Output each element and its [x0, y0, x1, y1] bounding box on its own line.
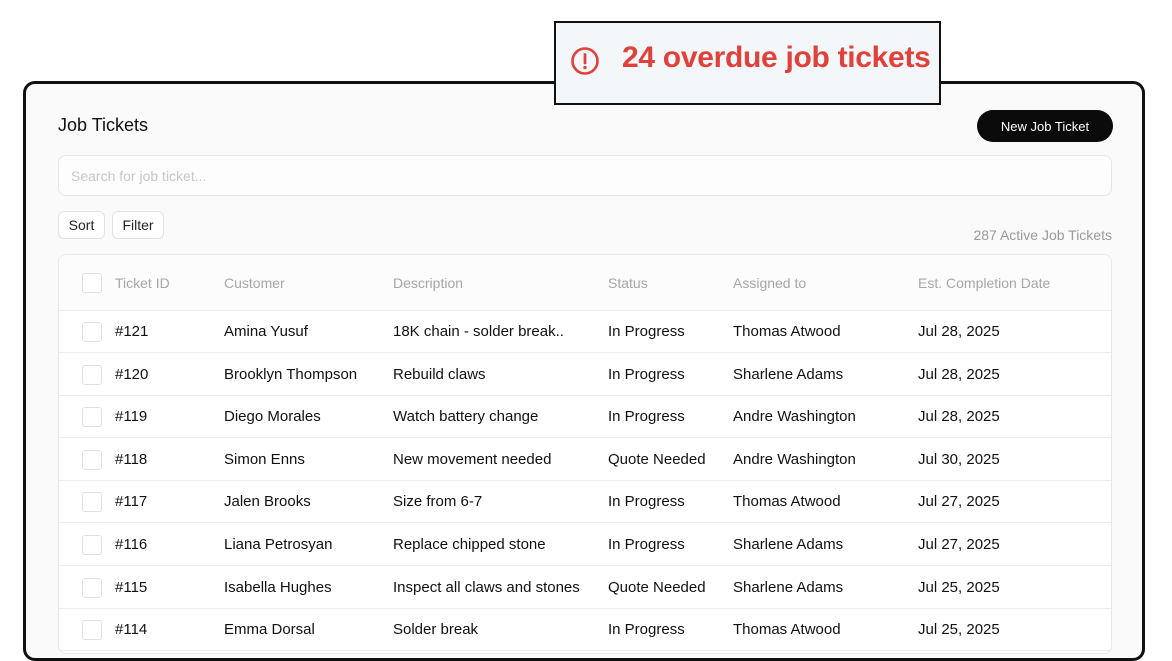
row-checkbox[interactable]: [82, 577, 102, 598]
assigned-to-cell: Thomas Atwood: [733, 493, 841, 511]
completion-date-cell: Jul 27, 2025: [918, 493, 1000, 511]
ticket-id-cell: #116: [115, 536, 148, 553]
column-header-customer[interactable]: Customer: [224, 255, 285, 310]
customer-cell: Emma Dorsal: [224, 621, 315, 639]
column-header-assigned-to[interactable]: Assigned to: [733, 255, 806, 310]
status-cell: In Progress: [608, 621, 685, 639]
assigned-to-cell: Sharlene Adams: [733, 536, 844, 553]
table-row[interactable]: #115 Isabella Hughes Inspect all claws and…: [59, 567, 1111, 609]
table-row[interactable]: #118 Simon Enns New movement needed Quote N…: [59, 439, 1111, 481]
ticket-id-cell: #121: [115, 323, 149, 340]
status-cell: In Progress: [608, 408, 685, 426]
table-row[interactable]: #116 Liana Petrosyan Replace chipped stone…: [59, 524, 1111, 566]
ticket-id-cell: #120: [115, 365, 149, 383]
new-job-ticket-button[interactable]: New Job Ticket: [977, 110, 1113, 142]
assigned-to-cell: Thomas Atwood: [733, 323, 841, 340]
table-header-row: Ticket ID Customer Description Status As…: [59, 255, 1111, 311]
row-checkbox[interactable]: [82, 364, 102, 385]
column-header-status[interactable]: Status: [608, 255, 648, 310]
description-cell: Solder break: [393, 621, 479, 639]
assigned-to-cell: Thomas Atwood: [733, 621, 841, 639]
completion-date-cell: Jul 28, 2025: [918, 365, 1000, 383]
description-cell: New movement needed: [393, 450, 552, 468]
row-checkbox[interactable]: [82, 492, 102, 513]
description-cell: Replace chipped stone: [393, 536, 546, 553]
status-cell: In Progress: [608, 365, 685, 383]
completion-date-cell: Jul 25, 2025: [918, 621, 1000, 639]
assigned-to-cell: Andre Washington: [733, 450, 856, 468]
ticket-id-cell: #114: [115, 621, 148, 639]
overdue-alert-text: 24 overdue job tickets: [622, 41, 931, 74]
customer-cell: Liana Petrosyan: [224, 536, 333, 553]
customer-cell: Isabella Hughes: [224, 578, 332, 596]
overdue-alert-banner: 24 overdue job tickets: [554, 21, 941, 105]
row-checkbox[interactable]: [82, 620, 102, 641]
description-cell: Watch battery change: [393, 408, 539, 426]
assigned-to-cell: Sharlene Adams: [733, 578, 844, 596]
description-cell: Size from 6-7: [393, 493, 483, 511]
customer-cell: Amina Yusuf: [224, 323, 308, 340]
sort-button[interactable]: Sort: [58, 211, 105, 239]
status-cell: Quote Needed: [608, 578, 706, 596]
ticket-id-cell: #118: [115, 450, 148, 468]
column-header-description[interactable]: Description: [393, 255, 463, 310]
completion-date-cell: Jul 28, 2025: [918, 408, 1000, 426]
column-header-est-completion-date[interactable]: Est. Completion Date: [918, 255, 1050, 310]
filter-button[interactable]: Filter: [112, 211, 164, 239]
customer-cell: Jalen Brooks: [224, 493, 311, 511]
status-cell: In Progress: [608, 323, 685, 340]
table-row[interactable]: #121 Amina Yusuf 18K chain - solder break.…: [59, 311, 1111, 353]
description-cell: Inspect all claws and stones: [393, 578, 580, 596]
status-cell: Quote Needed: [608, 450, 706, 468]
completion-date-cell: Jul 30, 2025: [918, 450, 1000, 468]
ticket-id-cell: #115: [115, 578, 148, 596]
customer-cell: Simon Enns: [224, 450, 305, 468]
completion-date-cell: Jul 28, 2025: [918, 323, 1000, 340]
job-tickets-table: Ticket ID Customer Description Status As…: [58, 254, 1112, 654]
completion-date-cell: Jul 27, 2025: [918, 536, 1000, 553]
assigned-to-cell: Andre Washington: [733, 408, 856, 426]
row-checkbox[interactable]: [82, 322, 102, 342]
table-row[interactable]: #117 Jalen Brooks Size from 6-7 In Progress…: [59, 481, 1111, 524]
ticket-id-cell: #119: [115, 408, 148, 426]
search-input[interactable]: [58, 155, 1112, 196]
customer-cell: Brooklyn Thompson: [224, 365, 358, 383]
page-title: Job Tickets: [58, 115, 149, 135]
select-all-checkbox[interactable]: [82, 273, 102, 293]
row-checkbox[interactable]: [82, 449, 102, 470]
row-checkbox[interactable]: [82, 407, 102, 428]
row-checkbox[interactable]: [82, 535, 102, 555]
active-ticket-count: 287 Active Job Tickets: [973, 227, 1112, 243]
status-cell: In Progress: [608, 493, 685, 511]
completion-date-cell: Jul 25, 2025: [918, 578, 1000, 596]
ticket-id-cell: #117: [115, 493, 148, 511]
column-header-ticket-id[interactable]: Ticket ID: [115, 255, 170, 310]
description-cell: Rebuild claws: [393, 365, 486, 383]
description-cell: 18K chain - solder break..: [393, 323, 564, 340]
table-row[interactable]: #114 Emma Dorsal Solder break In Progress Th…: [59, 609, 1111, 652]
status-cell: In Progress: [608, 536, 685, 553]
table-row[interactable]: #120 Brooklyn Thompson Rebuild claws In Pro…: [59, 354, 1111, 396]
customer-cell: Diego Morales: [224, 408, 321, 426]
alert-circle-icon: [571, 47, 599, 75]
table-row[interactable]: #119 Diego Morales Watch battery change In …: [59, 396, 1111, 439]
assigned-to-cell: Sharlene Adams: [733, 365, 844, 383]
